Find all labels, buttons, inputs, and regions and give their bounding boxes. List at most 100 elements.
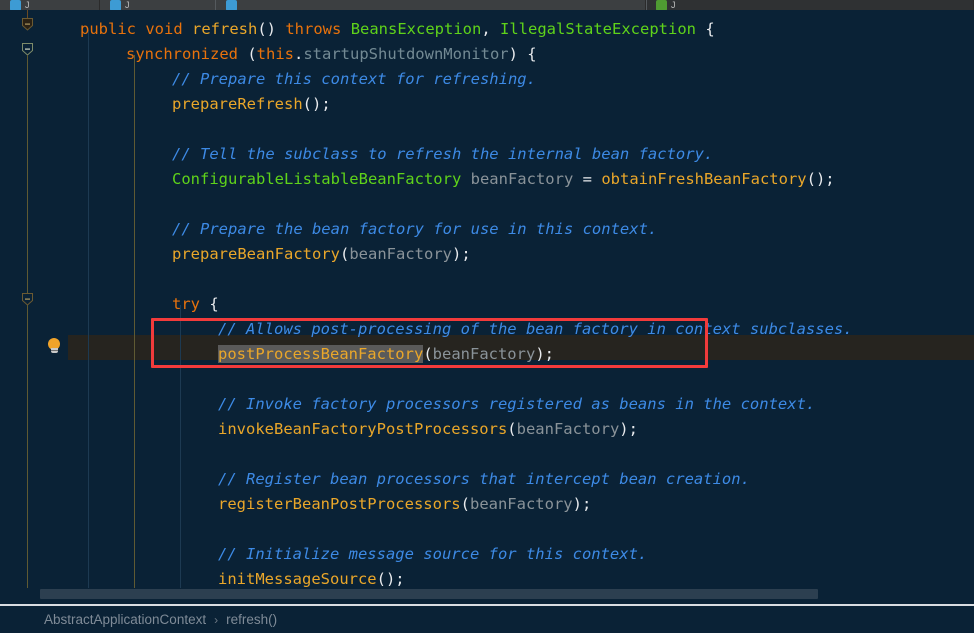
code-token: ); bbox=[535, 345, 554, 363]
code-line[interactable]: // Prepare this context for refreshing. bbox=[172, 67, 536, 92]
code-token: try bbox=[172, 295, 200, 313]
java-class-icon bbox=[226, 0, 237, 10]
code-token: registerBeanPostProcessors bbox=[218, 495, 461, 513]
code-token: ( bbox=[507, 420, 517, 438]
code-line[interactable]: ConfigurableListableBeanFactory beanFact… bbox=[172, 167, 835, 192]
code-token: (); bbox=[806, 170, 835, 188]
code-token: // Register bean processors that interce… bbox=[218, 470, 750, 488]
code-token: = bbox=[582, 170, 592, 188]
editor-tab-label: J bbox=[671, 0, 676, 10]
code-line[interactable]: // Tell the subclass to refresh the inte… bbox=[172, 142, 713, 167]
code-token: beanFactory bbox=[432, 345, 536, 363]
code-line[interactable]: synchronized (this.startupShutdownMonito… bbox=[126, 42, 537, 67]
intention-bulb-icon[interactable] bbox=[46, 338, 62, 354]
code-token: ConfigurableListableBeanFactory bbox=[172, 170, 462, 188]
code-token: public bbox=[80, 20, 136, 38]
code-token: { bbox=[200, 295, 219, 313]
indent-guide bbox=[180, 305, 181, 588]
code-token: // Allows post-processing of the bean fa… bbox=[218, 320, 853, 338]
fold-region-line bbox=[27, 55, 28, 295]
code-line[interactable]: // Register bean processors that interce… bbox=[218, 467, 750, 492]
code-token: // Prepare the bean factory for use in t… bbox=[172, 220, 658, 238]
code-line[interactable]: prepareRefresh(); bbox=[172, 92, 331, 117]
code-token: ( bbox=[460, 495, 470, 513]
code-lines-container[interactable]: public void refresh() throws BeansExcept… bbox=[68, 10, 974, 588]
java-class-icon bbox=[110, 0, 121, 10]
breadcrumb-member[interactable]: refresh() bbox=[226, 612, 277, 627]
code-line[interactable]: initMessageSource(); bbox=[218, 567, 405, 588]
code-line[interactable]: registerBeanPostProcessors(beanFactory); bbox=[218, 492, 591, 517]
code-token: (); bbox=[302, 95, 331, 113]
code-token: beanFactory bbox=[516, 420, 620, 438]
code-line[interactable]: postProcessBeanFactory(beanFactory); bbox=[218, 342, 554, 367]
code-token: // Tell the subclass to refresh the inte… bbox=[172, 145, 714, 163]
breadcrumb-class[interactable]: AbstractApplicationContext bbox=[44, 612, 206, 627]
indent-guide bbox=[134, 55, 135, 588]
editor-tab-2[interactable] bbox=[216, 0, 646, 10]
editor-tab-label: J bbox=[125, 0, 130, 10]
code-token: void bbox=[145, 20, 183, 38]
bulb-base bbox=[50, 348, 58, 353]
code-token: // Initialize message source for this co… bbox=[218, 545, 648, 563]
breadcrumb[interactable]: AbstractApplicationContext › refresh() bbox=[44, 612, 277, 627]
code-token: invokeBeanFactoryPostProcessors bbox=[218, 420, 508, 438]
code-line[interactable]: invokeBeanFactoryPostProcessors(beanFact… bbox=[218, 417, 638, 442]
tab-divider bbox=[215, 0, 216, 10]
code-line[interactable]: // Invoke factory processors registered … bbox=[218, 392, 815, 417]
code-token: BeansException bbox=[350, 20, 482, 38]
horizontal-scrollbar-thumb[interactable] bbox=[40, 589, 818, 599]
code-line[interactable]: // Initialize message source for this co… bbox=[218, 542, 647, 567]
editor-tab-0[interactable]: J bbox=[0, 0, 100, 10]
code-token: beanFactory bbox=[469, 495, 573, 513]
editor-gutter[interactable] bbox=[0, 10, 68, 588]
code-line[interactable]: // Prepare the bean factory for use in t… bbox=[172, 217, 657, 242]
code-token: beanFactory bbox=[349, 245, 452, 263]
editor-tab-strip: J J J bbox=[0, 0, 974, 10]
editor-tab-1[interactable]: J bbox=[100, 0, 216, 10]
editor-tab-3[interactable]: J bbox=[646, 0, 974, 10]
code-line[interactable]: prepareBeanFactory(beanFactory); bbox=[172, 242, 471, 267]
code-line[interactable]: public void refresh() throws BeansExcept… bbox=[80, 17, 715, 42]
breadcrumb-separator-icon: › bbox=[214, 612, 219, 627]
code-line[interactable]: try { bbox=[172, 292, 219, 317]
code-token: refresh bbox=[192, 20, 258, 38]
code-token: // Invoke factory processors registered … bbox=[218, 395, 816, 413]
fold-marker-method-icon[interactable] bbox=[21, 18, 34, 31]
code-token: { bbox=[695, 20, 715, 38]
code-token: initMessageSource bbox=[218, 570, 377, 588]
code-token: prepareBeanFactory bbox=[172, 245, 340, 263]
code-token: obtainFreshBeanFactory bbox=[601, 170, 807, 188]
code-token: ( bbox=[237, 45, 257, 63]
code-token: , bbox=[481, 20, 501, 38]
code-line[interactable]: // Allows post-processing of the bean fa… bbox=[218, 317, 853, 342]
editor-tab-label: J bbox=[25, 0, 30, 10]
code-token: startupShutdownMonitor bbox=[303, 45, 509, 63]
code-token: IllegalStateException bbox=[500, 20, 696, 38]
tab-divider bbox=[646, 0, 647, 10]
code-token: () bbox=[257, 20, 286, 38]
java-class-icon bbox=[10, 0, 21, 10]
code-token: ( bbox=[339, 245, 350, 263]
code-token: // Prepare this context for refreshing. bbox=[172, 70, 536, 88]
code-token: prepareRefresh bbox=[172, 95, 303, 113]
code-token: throws bbox=[285, 20, 342, 38]
code-token: ); bbox=[572, 495, 592, 513]
code-token: ); bbox=[619, 420, 638, 438]
java-interface-icon bbox=[656, 0, 667, 10]
code-editor-area[interactable]: public void refresh() throws BeansExcept… bbox=[0, 10, 974, 588]
code-token: synchronized bbox=[126, 45, 238, 63]
fold-region-line bbox=[27, 305, 28, 588]
ide-editor-window: J J J public void refresh() throws Beans… bbox=[0, 0, 974, 633]
status-bar: AbstractApplicationContext › refresh() h… bbox=[0, 604, 974, 633]
indent-guide bbox=[88, 30, 89, 588]
code-token: this bbox=[256, 45, 294, 63]
code-token: ( bbox=[423, 345, 433, 363]
code-token: beanFactory bbox=[470, 170, 574, 188]
code-token: ); bbox=[451, 245, 471, 263]
code-token: postProcessBeanFactory bbox=[218, 345, 424, 363]
